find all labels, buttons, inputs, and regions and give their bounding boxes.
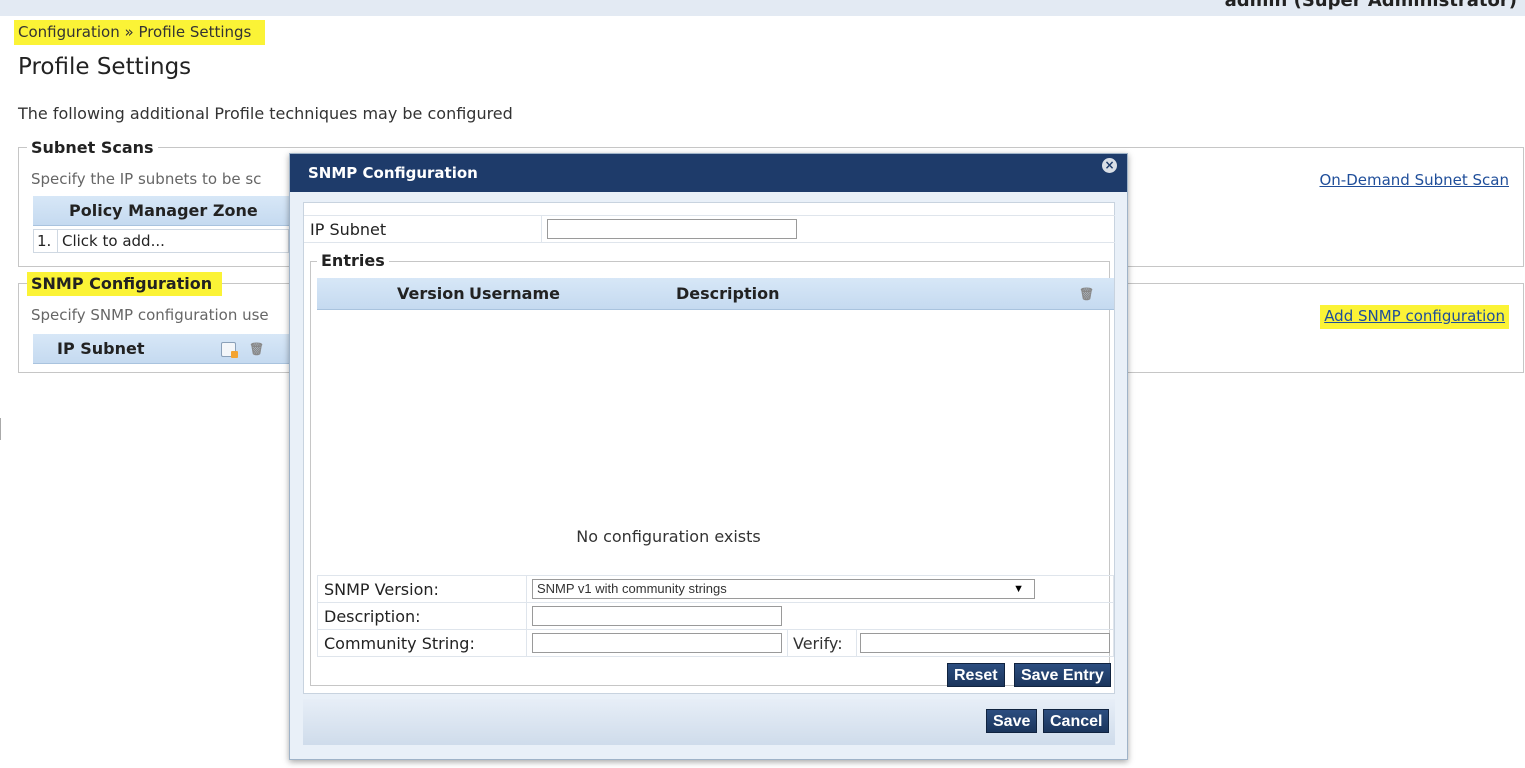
- table-row[interactable]: 1. Click to add...: [33, 229, 289, 253]
- subnet-scans-legend: Subnet Scans: [27, 138, 158, 158]
- snmp-version-label: SNMP Version:: [318, 576, 527, 602]
- snmp-configuration-legend: SNMP Configuration: [27, 272, 223, 296]
- ip-subnet-header[interactable]: IP Subnet 🗑: [33, 334, 289, 364]
- intro-text: The following additional Profile techniq…: [18, 104, 513, 123]
- empty-message: No configuration exists: [576, 527, 761, 546]
- dialog-header: SNMP Configuration ×: [290, 154, 1127, 192]
- snmp-configuration-dialog: SNMP Configuration × IP Subnet Entries V…: [289, 153, 1128, 760]
- snmp-configuration-description: Specify SNMP configuration use: [31, 306, 269, 324]
- snmp-version-value: SNMP v1 with community strings: [537, 581, 727, 596]
- dialog-body: IP Subnet Entries Version Username Descr…: [303, 202, 1115, 694]
- add-snmp-configuration-link[interactable]: Add SNMP configuration: [1320, 305, 1509, 329]
- dialog-title: SNMP Configuration: [308, 164, 478, 182]
- entries-section: Entries Version Username Description 🗑 N…: [310, 251, 1114, 687]
- dialog-footer: Save Cancel: [303, 699, 1115, 745]
- verify-label: Verify:: [787, 630, 857, 656]
- verify-input[interactable]: [860, 633, 1110, 653]
- community-string-row: Community String: Verify:: [317, 629, 1114, 657]
- page-title: Profile Settings: [18, 54, 192, 80]
- column-username[interactable]: Username: [469, 278, 560, 310]
- cancel-button[interactable]: Cancel: [1043, 709, 1110, 733]
- breadcrumb[interactable]: Configuration » Profile Settings: [14, 20, 266, 45]
- snmp-version-select[interactable]: SNMP v1 with community strings ▼: [532, 579, 1035, 599]
- column-description[interactable]: Description: [676, 278, 779, 310]
- community-string-label: Community String:: [318, 630, 527, 656]
- reset-button[interactable]: Reset: [947, 663, 1005, 687]
- current-user: admin (Super Administrator): [1224, 0, 1517, 11]
- ip-subnet-header-label: IP Subnet: [57, 339, 145, 358]
- entries-table-header: Version Username Description 🗑: [317, 278, 1114, 310]
- description-input[interactable]: [532, 606, 782, 626]
- trash-icon[interactable]: 🗑: [249, 342, 264, 356]
- description-row: Description:: [317, 602, 1114, 630]
- top-bar: admin (Super Administrator): [0, 0, 1525, 16]
- snmp-version-row: SNMP Version: SNMP v1 with community str…: [317, 575, 1114, 603]
- save-entry-button[interactable]: Save Entry: [1014, 663, 1111, 687]
- chevron-down-icon: ▼: [1013, 583, 1024, 595]
- row-number: 1.: [34, 230, 58, 252]
- description-label: Description:: [318, 603, 527, 629]
- community-string-input[interactable]: [532, 633, 782, 653]
- subnet-scans-description: Specify the IP subnets to be sc: [31, 170, 262, 188]
- close-icon[interactable]: ×: [1102, 158, 1117, 173]
- ip-subnet-row: IP Subnet: [304, 215, 1115, 243]
- save-button[interactable]: Save: [986, 709, 1038, 733]
- column-version[interactable]: Version: [397, 278, 465, 310]
- policy-manager-zone-header[interactable]: Policy Manager Zone: [33, 196, 289, 226]
- click-to-add[interactable]: Click to add...: [58, 232, 165, 250]
- edit-icon[interactable]: [221, 342, 238, 358]
- on-demand-subnet-scan-link[interactable]: On-Demand Subnet Scan: [1319, 169, 1509, 191]
- trash-icon[interactable]: 🗑: [1079, 287, 1094, 301]
- ip-subnet-input[interactable]: [547, 219, 797, 239]
- edge-divider: [0, 418, 1, 440]
- ip-subnet-label: IP Subnet: [304, 216, 542, 242]
- entries-legend: Entries: [317, 251, 389, 271]
